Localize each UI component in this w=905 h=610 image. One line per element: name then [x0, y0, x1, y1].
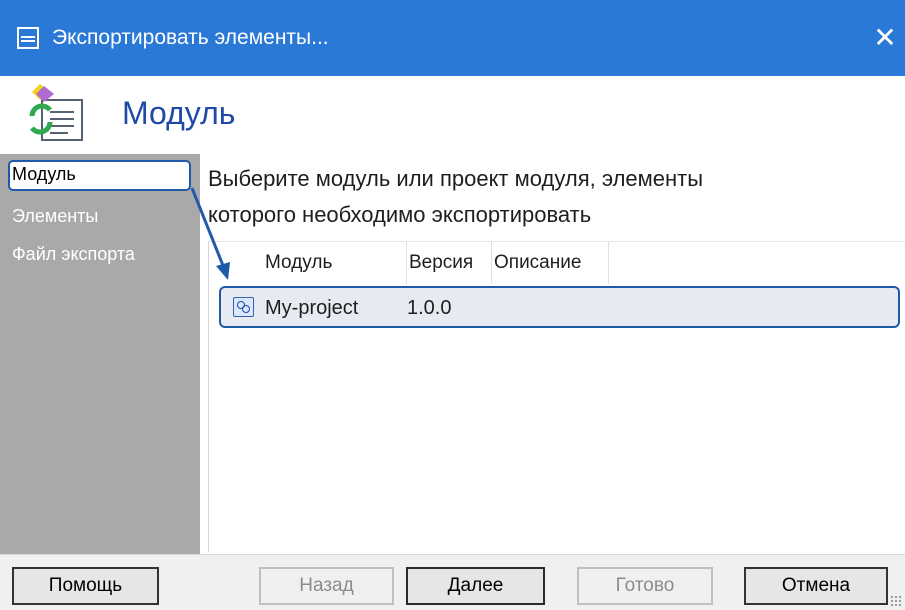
column-header-module[interactable]: Модуль [265, 242, 407, 284]
step-elements[interactable]: Элементы [12, 206, 98, 227]
next-button[interactable]: Далее [406, 567, 545, 605]
title-bar: Экспортировать элементы... ✕ [0, 0, 905, 76]
table-row[interactable]: My-project 1.0.0 [219, 286, 900, 328]
help-button[interactable]: Помощь [12, 567, 159, 605]
page-title: Модуль [122, 95, 236, 131]
instruction-line-2: которого необходимо экспортировать [208, 202, 592, 227]
column-header-version[interactable]: Версия [407, 242, 492, 284]
instruction-line-1: Выберите модуль или проект модуля, элеме… [208, 166, 704, 191]
resize-grip[interactable] [890, 595, 902, 607]
cancel-button[interactable]: Отмена [744, 567, 888, 605]
module-project-icon [233, 297, 254, 317]
window-title: Экспортировать элементы... [52, 26, 329, 49]
cell-module: My-project [265, 297, 359, 319]
close-button[interactable]: ✕ [865, 18, 905, 58]
finish-button[interactable]: Готово [577, 567, 713, 605]
back-button[interactable]: Назад [259, 567, 394, 605]
column-header-description[interactable]: Описание [492, 242, 609, 284]
module-wizard-icon [29, 84, 83, 141]
window-form-icon [17, 27, 39, 49]
module-list[interactable]: Модуль Версия Описание My-project 1.0.0 [208, 241, 905, 552]
instruction-text: Выберите модуль или проект модуля, элеме… [208, 161, 888, 233]
cell-version: 1.0.0 [407, 297, 452, 319]
step-module[interactable]: Модуль [12, 164, 76, 185]
step-export-file[interactable]: Файл экспорта [12, 244, 135, 265]
